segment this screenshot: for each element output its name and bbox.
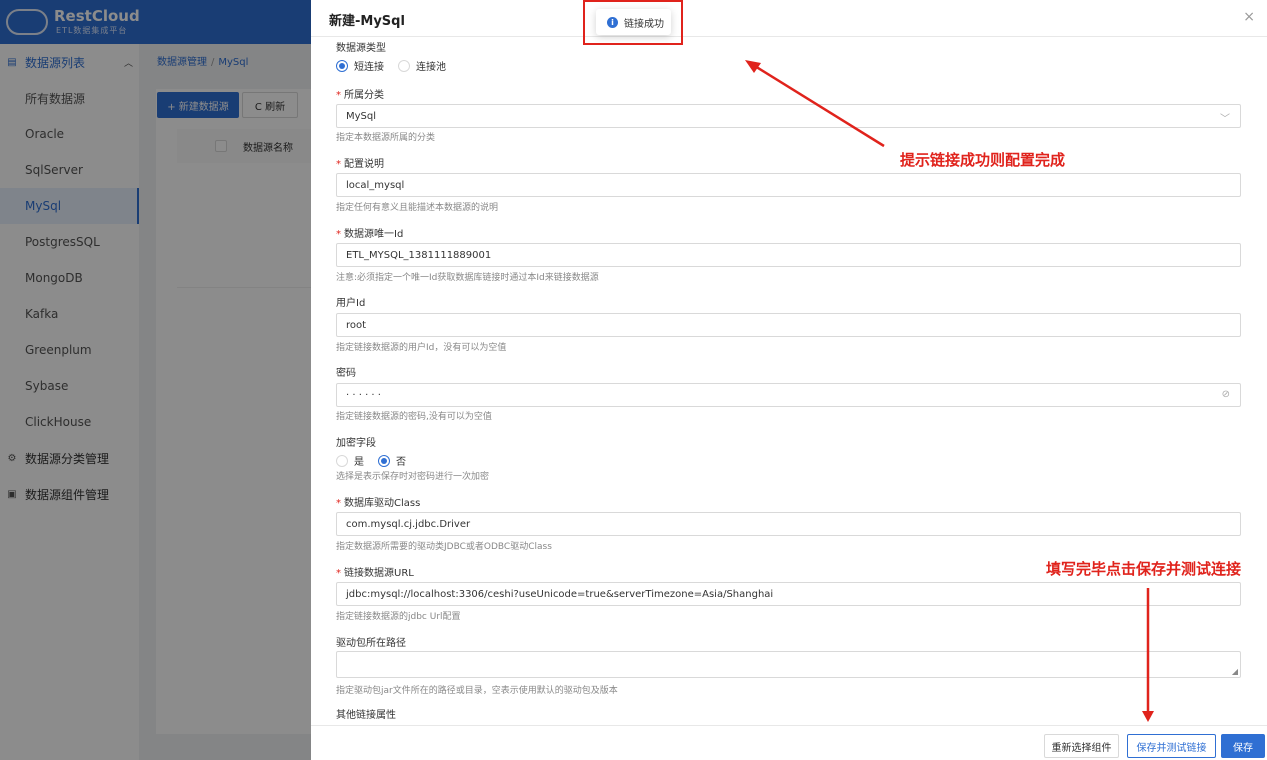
required-mark: *	[336, 90, 341, 101]
drawer-footer: 重新选择组件 保存并测试链接 保存	[311, 725, 1267, 760]
user-hint: 指定链接数据源的用户Id，没有可以为空值	[336, 343, 507, 353]
drawer-header: 新建-MySql ×	[311, 0, 1267, 37]
encrypt-label: 加密字段	[336, 438, 376, 449]
desc-label-text: 配置说明	[344, 159, 384, 170]
drawer-title: 新建-MySql	[329, 14, 405, 29]
radio-unchecked-icon	[336, 454, 348, 467]
id-hint: 注意:必须指定一个唯一Id获取数据库链接时通过本Id来链接数据源	[336, 273, 599, 283]
id-input[interactable]: ETL_MYSQL_1381111889001	[336, 243, 1241, 267]
category-label: * 所属分类	[336, 86, 384, 101]
category-value: MySql	[346, 110, 377, 122]
radio-encrypt-yes[interactable]: 是	[336, 453, 364, 468]
encrypt-hint: 选择是表示保存时对密码进行一次加密	[336, 472, 490, 482]
annotation-fill-note: 填写完毕点击保存并测试连接	[1046, 560, 1242, 578]
jar-path-hint: 指定驱动包jar文件所在的路径或目录，空表示使用默认的驱动包及版本	[336, 686, 618, 696]
id-label-text: 数据源唯一Id	[344, 229, 404, 240]
required-mark: *	[336, 498, 341, 509]
radio-label: 是	[354, 457, 364, 468]
password-label: 密码	[336, 368, 356, 379]
user-label: 用户Id	[336, 298, 366, 309]
type-radio-group: 短连接 连接池	[336, 58, 460, 73]
radio-label: 否	[396, 457, 406, 468]
id-label: * 数据源唯一Id	[336, 225, 403, 240]
close-icon[interactable]: ×	[1243, 9, 1255, 25]
radio-unchecked-icon	[398, 59, 410, 72]
annotation-success-note: 提示链接成功则配置完成	[900, 151, 1066, 169]
create-datasource-drawer: 新建-MySql × i 链接成功 数据源类型 短连接 连接池 * 所属分类 My…	[311, 0, 1267, 760]
password-hint: 指定链接数据源的密码,没有可以为空值	[336, 412, 492, 422]
radio-checked-icon	[378, 454, 390, 467]
encrypt-radio-group: 是 否	[336, 453, 420, 468]
required-mark: *	[336, 568, 341, 579]
required-mark: *	[336, 159, 341, 170]
desc-input[interactable]: local_mysql	[336, 173, 1241, 197]
radio-connection-pool[interactable]: 连接池	[398, 58, 446, 73]
radio-encrypt-no[interactable]: 否	[378, 453, 406, 468]
user-input[interactable]: root	[336, 313, 1241, 337]
radio-label: 连接池	[416, 62, 446, 73]
jar-path-textarea[interactable]: ◢	[336, 651, 1241, 678]
radio-label: 短连接	[354, 62, 384, 73]
eye-hidden-icon[interactable]: ⊘	[1222, 389, 1230, 400]
password-input[interactable]: · · · · · · ⊘	[336, 383, 1241, 407]
modal-mask[interactable]	[0, 0, 311, 760]
desc-label: * 配置说明	[336, 155, 384, 170]
driver-label: * 数据库驱动Class	[336, 494, 420, 509]
category-select[interactable]: MySql ﹀	[336, 104, 1241, 128]
url-input[interactable]: jdbc:mysql://localhost:3306/ceshi?useUni…	[336, 582, 1241, 606]
resize-handle-icon[interactable]: ◢	[1232, 667, 1238, 676]
save-button[interactable]: 保存	[1221, 734, 1265, 758]
driver-input[interactable]: com.mysql.cj.jdbc.Driver	[336, 512, 1241, 536]
desc-hint: 指定任何有意义且能描述本数据源的说明	[336, 203, 499, 213]
datasource-form: 数据源类型 短连接 连接池 * 所属分类 MySql ﹀ 指定本数据源所属的分类 …	[336, 37, 1241, 725]
required-mark: *	[336, 229, 341, 240]
category-label-text: 所属分类	[344, 90, 384, 101]
url-label: * 链接数据源URL	[336, 564, 414, 579]
category-hint: 指定本数据源所属的分类	[336, 133, 436, 143]
save-and-test-button[interactable]: 保存并测试链接	[1127, 734, 1216, 758]
jar-path-label: 驱动包所在路径	[336, 638, 406, 649]
driver-label-text: 数据库驱动Class	[344, 498, 421, 509]
other-props-label: 其他链接属性	[336, 710, 396, 721]
password-value: · · · · · ·	[346, 389, 381, 401]
radio-short-connection[interactable]: 短连接	[336, 58, 384, 73]
type-label: 数据源类型	[336, 43, 386, 54]
chevron-down-icon: ﹀	[1220, 114, 1230, 125]
driver-hint: 指定数据源所需要的驱动类JDBC或者ODBC驱动Class	[336, 542, 552, 552]
url-label-text: 链接数据源URL	[344, 568, 414, 579]
radio-checked-icon	[336, 59, 348, 72]
reselect-component-button[interactable]: 重新选择组件	[1044, 734, 1119, 758]
url-hint: 指定链接数据源的jdbc Url配置	[336, 612, 461, 622]
